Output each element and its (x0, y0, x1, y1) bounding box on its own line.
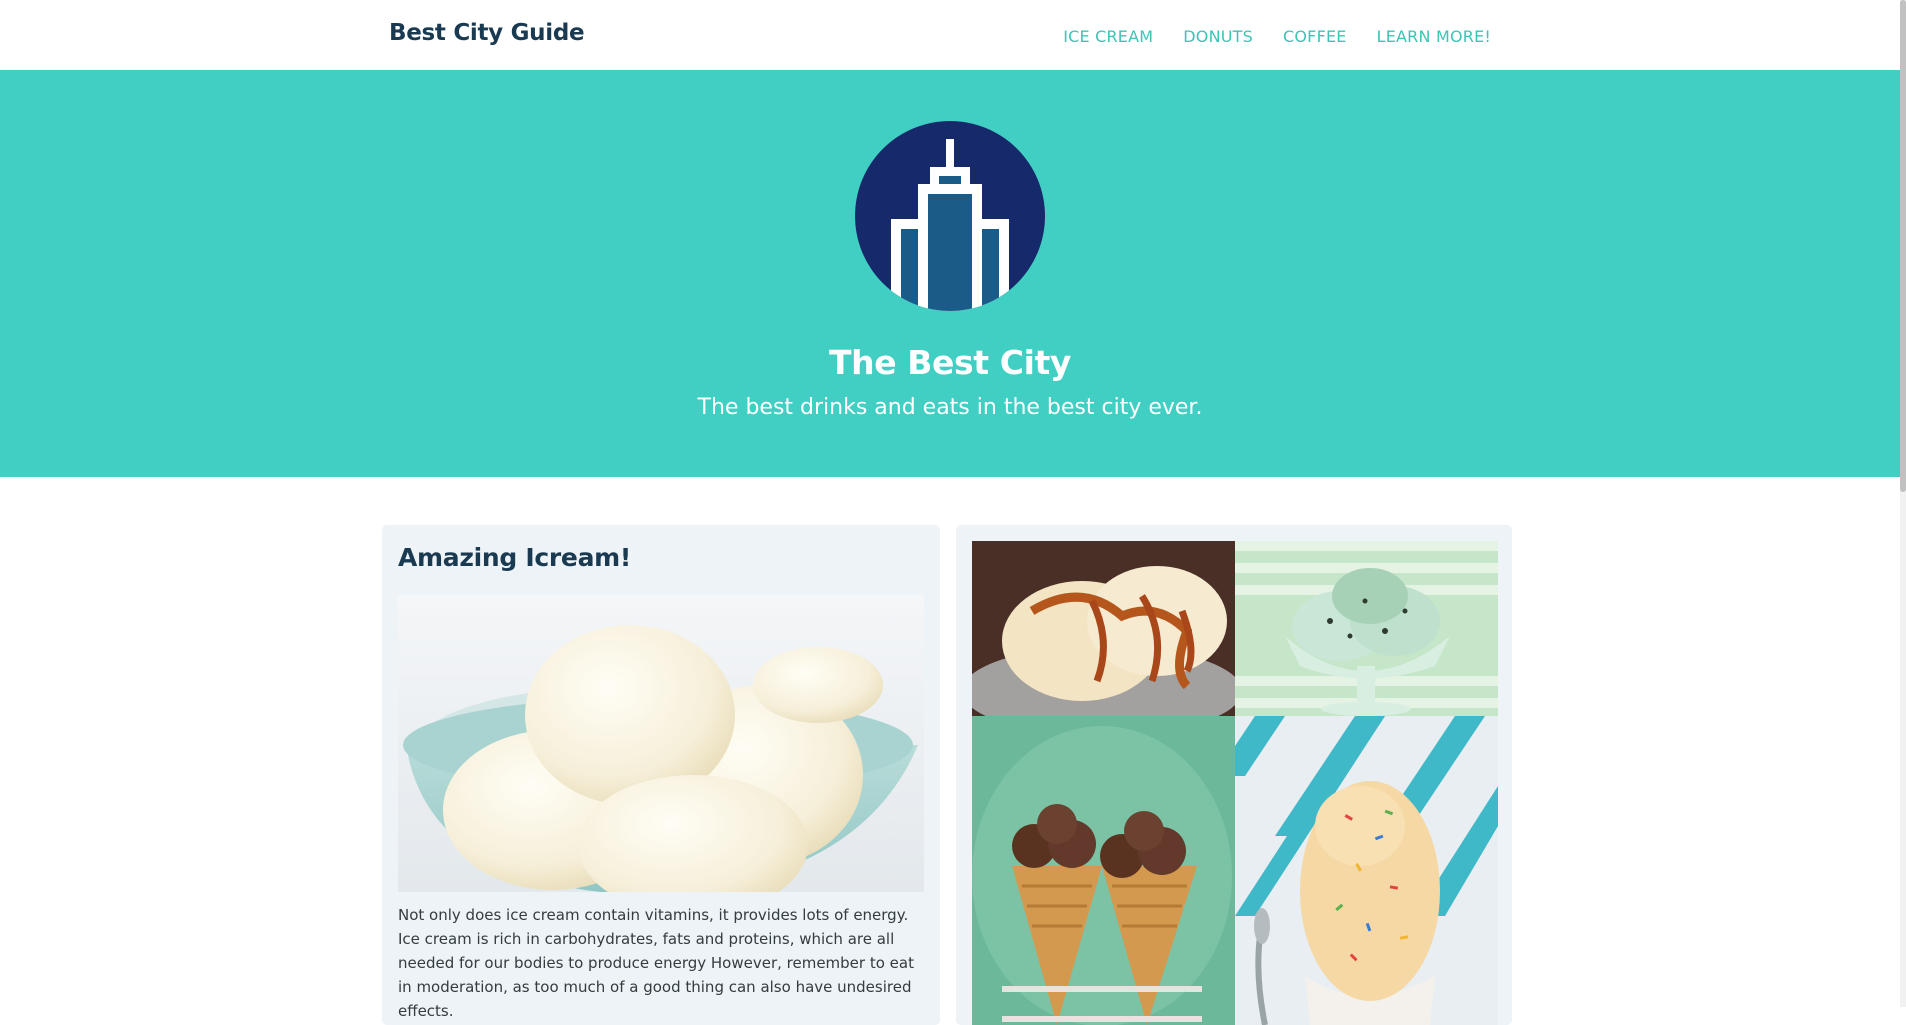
nav-link-ice-cream[interactable]: ICE CREAM (1063, 27, 1153, 46)
nav-links: ICE CREAM DONUTS COFFEE LEARN MORE! (1063, 27, 1491, 46)
nav-link-learn-more[interactable]: LEARN MORE! (1377, 27, 1491, 46)
featured-card: Amazing Icream! Not only does ice cream … (382, 525, 940, 1025)
vanilla-ice-cream-image (398, 595, 924, 892)
skyscraper-icon (855, 121, 1045, 311)
brand-link[interactable]: Best City Guide (389, 20, 585, 46)
nav-link-coffee[interactable]: COFFEE (1283, 27, 1347, 46)
scrollbar-track[interactable] (1900, 0, 1906, 1007)
navbar: Best City Guide ICE CREAM DONUTS COFFEE … (0, 0, 1900, 70)
card-title: Amazing Icream! (398, 543, 632, 572)
card-body-text: Not only does ice cream contain vitamins… (398, 906, 914, 1020)
nav-link-donuts[interactable]: DONUTS (1183, 27, 1253, 46)
caramel-sundae-image (972, 541, 1235, 716)
gallery-card (956, 525, 1512, 1025)
sprinkles-ice-cream-image (1235, 716, 1498, 1025)
hero-section: The Best City The best drinks and eats i… (0, 70, 1900, 477)
hero-title: The Best City (829, 343, 1071, 382)
chocolate-cones-image (972, 716, 1235, 1025)
hero-subtitle: The best drinks and eats in the best cit… (697, 395, 1203, 420)
image-gallery (972, 541, 1498, 1025)
scrollbar-thumb[interactable] (1900, 0, 1906, 492)
mint-chip-ice-cream-image (1235, 541, 1498, 716)
